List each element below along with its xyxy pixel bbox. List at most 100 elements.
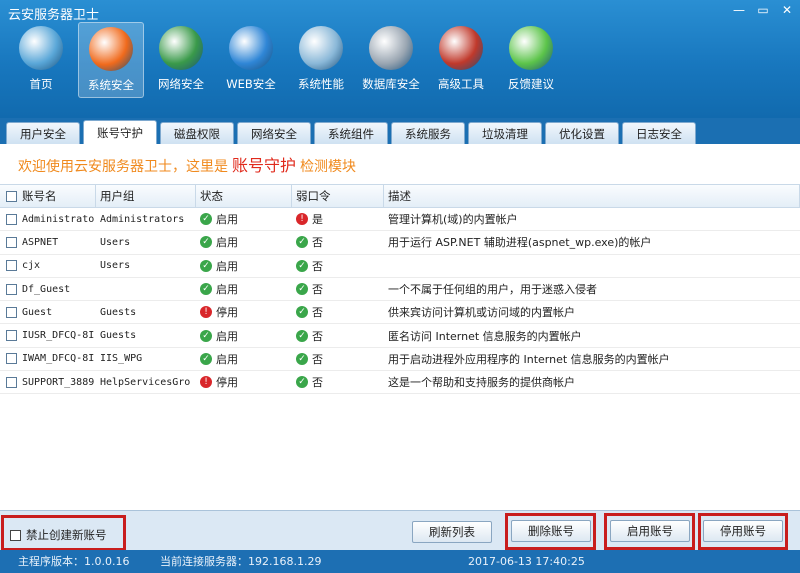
weak-password-cell: ✓ 否 <box>292 374 384 390</box>
header-account-name[interactable]: 账号名 <box>0 185 96 207</box>
row-checkbox[interactable] <box>6 236 17 248</box>
header-status[interactable]: 状态 <box>196 185 292 207</box>
status-text: 启用 <box>216 329 238 343</box>
check-icon: ✓ <box>296 352 308 365</box>
weak-password-cell: ✓ 否 <box>292 281 384 297</box>
status-cell: ! 停用 <box>196 304 292 320</box>
table-row[interactable]: cjx Users ✓ 启用 ✓ 否 <box>0 255 800 278</box>
delete-account-button[interactable]: 删除账号 <box>511 520 591 542</box>
toolbar-button-5[interactable]: 系统性能 <box>288 22 354 98</box>
tab-1[interactable]: 用户安全 <box>6 122 80 144</box>
status-bar: 主程序版本：1.0.0.16 当前连接服务器：192.168.1.29 2017… <box>0 550 800 573</box>
table-row[interactable]: SUPPORT_3889: HelpServicesGro! 停用 ✓ 否这是一个帮助和… <box>0 371 800 395</box>
tab-4[interactable]: 网络安全 <box>237 122 311 144</box>
account-name: cjx <box>22 260 41 272</box>
account-name-cell: Guest <box>0 306 96 318</box>
table-row[interactable]: Administrato Administrators ✓ 启用! 是管理计算机(域)的… <box>0 208 800 232</box>
toolbar-button-2[interactable]: 系统安全 <box>78 22 144 98</box>
tab-3[interactable]: 磁盘权限 <box>160 122 234 144</box>
status-cell: ✓ 启用 <box>196 211 292 227</box>
disable-create-checkbox[interactable] <box>10 529 21 541</box>
status-cell: ✓ 启用 <box>196 258 292 274</box>
app-title: 云安服务器卫士 <box>8 8 100 23</box>
select-all-checkbox[interactable] <box>6 190 17 202</box>
check-icon: ✓ <box>296 329 308 342</box>
maximize-icon[interactable]: ▭ <box>756 3 770 17</box>
account-name: ASPNET <box>22 236 59 248</box>
user-group: IIS_WPG <box>100 353 143 365</box>
window-controls: — ▭ ✕ <box>732 3 794 17</box>
tab-2[interactable]: 账号守护 <box>83 120 157 144</box>
status-text: 启用 <box>216 213 238 227</box>
table-row[interactable]: ASPNET Users ✓ 启用 ✓ 否用于运行 ASP.NET 辅助进程(aspnet… <box>0 231 800 255</box>
check-icon: ✓ <box>296 236 308 249</box>
toolbar-button-1[interactable]: 首页 <box>8 22 74 98</box>
row-checkbox[interactable] <box>6 353 17 365</box>
account-name: Administrato <box>22 213 95 225</box>
weak-password-cell: ! 是 <box>292 211 384 227</box>
description: 这是一个帮助和支持服务的提供商帐户 <box>388 376 575 390</box>
chat-bubble-icon <box>509 26 553 70</box>
tab-6[interactable]: 系统服务 <box>391 122 465 144</box>
enable-account-button[interactable]: 启用账号 <box>610 520 690 542</box>
row-checkbox[interactable] <box>6 283 17 295</box>
weak-password-text: 否 <box>312 329 323 343</box>
user-group: Users <box>100 260 131 272</box>
table-row[interactable]: Guest Guests! 停用 ✓ 否供来宾访问计算机或访问域的内置帐户 <box>0 301 800 325</box>
header-weak-password[interactable]: 弱口令 <box>292 185 384 207</box>
header-user-group[interactable]: 用户组 <box>96 185 196 207</box>
account-name-cell: IWAM_DFCQ-8I! <box>0 353 96 365</box>
account-name-cell: cjx <box>0 260 96 272</box>
row-checkbox[interactable] <box>6 213 17 225</box>
toolbar-label: 反馈建议 <box>508 77 554 91</box>
weak-password-text: 否 <box>312 283 323 297</box>
account-name: SUPPORT_3889: <box>22 376 96 388</box>
description: 供来宾访问计算机或访问域的内置帐户 <box>388 306 575 320</box>
account-name: IUSR_DFCQ-8I! <box>22 330 96 342</box>
tab-5[interactable]: 系统组件 <box>314 122 388 144</box>
refresh-list-button[interactable]: 刷新列表 <box>412 521 492 543</box>
performance-monitor-icon <box>299 26 343 70</box>
toolbar-button-8[interactable]: 反馈建议 <box>498 22 564 98</box>
account-name-cell: Df_Guest <box>0 283 96 295</box>
close-icon[interactable]: ✕ <box>780 3 794 17</box>
status-cell: ✓ 启用 <box>196 328 292 344</box>
table-row[interactable]: Df_Guest ✓ 启用 ✓ 否一个不属于任何组的用户，用于迷惑入侵者 <box>0 278 800 302</box>
globe-icon <box>159 26 203 70</box>
check-icon: ✓ <box>200 213 212 226</box>
account-name-cell: ASPNET <box>0 236 96 248</box>
row-checkbox[interactable] <box>6 306 17 318</box>
row-checkbox[interactable] <box>6 330 17 342</box>
status-cell: ✓ 启用 <box>196 281 292 297</box>
alert-icon: ! <box>200 376 212 389</box>
account-name: Df_Guest <box>22 283 71 295</box>
minimize-icon[interactable]: — <box>732 3 746 17</box>
status-cell: ! 停用 <box>196 374 292 390</box>
weak-password-text: 否 <box>312 352 323 366</box>
version-text: 主程序版本：1.0.0.16 <box>18 555 130 568</box>
tools-icon <box>439 26 483 70</box>
tab-8[interactable]: 优化设置 <box>545 122 619 144</box>
account-name-cell: IUSR_DFCQ-8I! <box>0 330 96 342</box>
table-row[interactable]: IUSR_DFCQ-8I! Guests ✓ 启用 ✓ 否匿名访问 Internet 信息… <box>0 324 800 348</box>
disable-account-button[interactable]: 停用账号 <box>703 520 783 542</box>
tab-9[interactable]: 日志安全 <box>622 122 696 144</box>
row-checkbox[interactable] <box>6 260 17 272</box>
toolbar-button-3[interactable]: 网络安全 <box>148 22 214 98</box>
welcome-suffix: 检测模块 <box>300 159 357 175</box>
toolbar-button-7[interactable]: 高级工具 <box>428 22 494 98</box>
description: 用于运行 ASP.NET 辅助进程(aspnet_wp.exe)的帐户 <box>388 236 652 250</box>
main-toolbar: 首页 系统安全 网络安全 WEB安全 系统性能 数据库安全 高级工具 反馈建议 <box>8 22 564 98</box>
toolbar-button-6[interactable]: 数据库安全 <box>358 22 424 98</box>
toolbar-button-4[interactable]: WEB安全 <box>218 22 284 98</box>
row-checkbox[interactable] <box>6 376 17 388</box>
toolbar-label: 网络安全 <box>158 77 204 91</box>
check-icon: ✓ <box>296 259 308 272</box>
disable-create-option[interactable]: 禁止创建新账号 <box>8 527 107 543</box>
description: 用于启动进程外应用程序的 Internet 信息服务的内置帐户 <box>388 352 670 366</box>
table-row[interactable]: IWAM_DFCQ-8I! IIS_WPG ✓ 启用 ✓ 否用于启动进程外应用程序的 In… <box>0 348 800 372</box>
header-description[interactable]: 描述 <box>384 185 800 207</box>
tab-7[interactable]: 垃圾清理 <box>468 122 542 144</box>
status-text: 停用 <box>216 306 238 320</box>
status-text: 启用 <box>216 236 238 250</box>
